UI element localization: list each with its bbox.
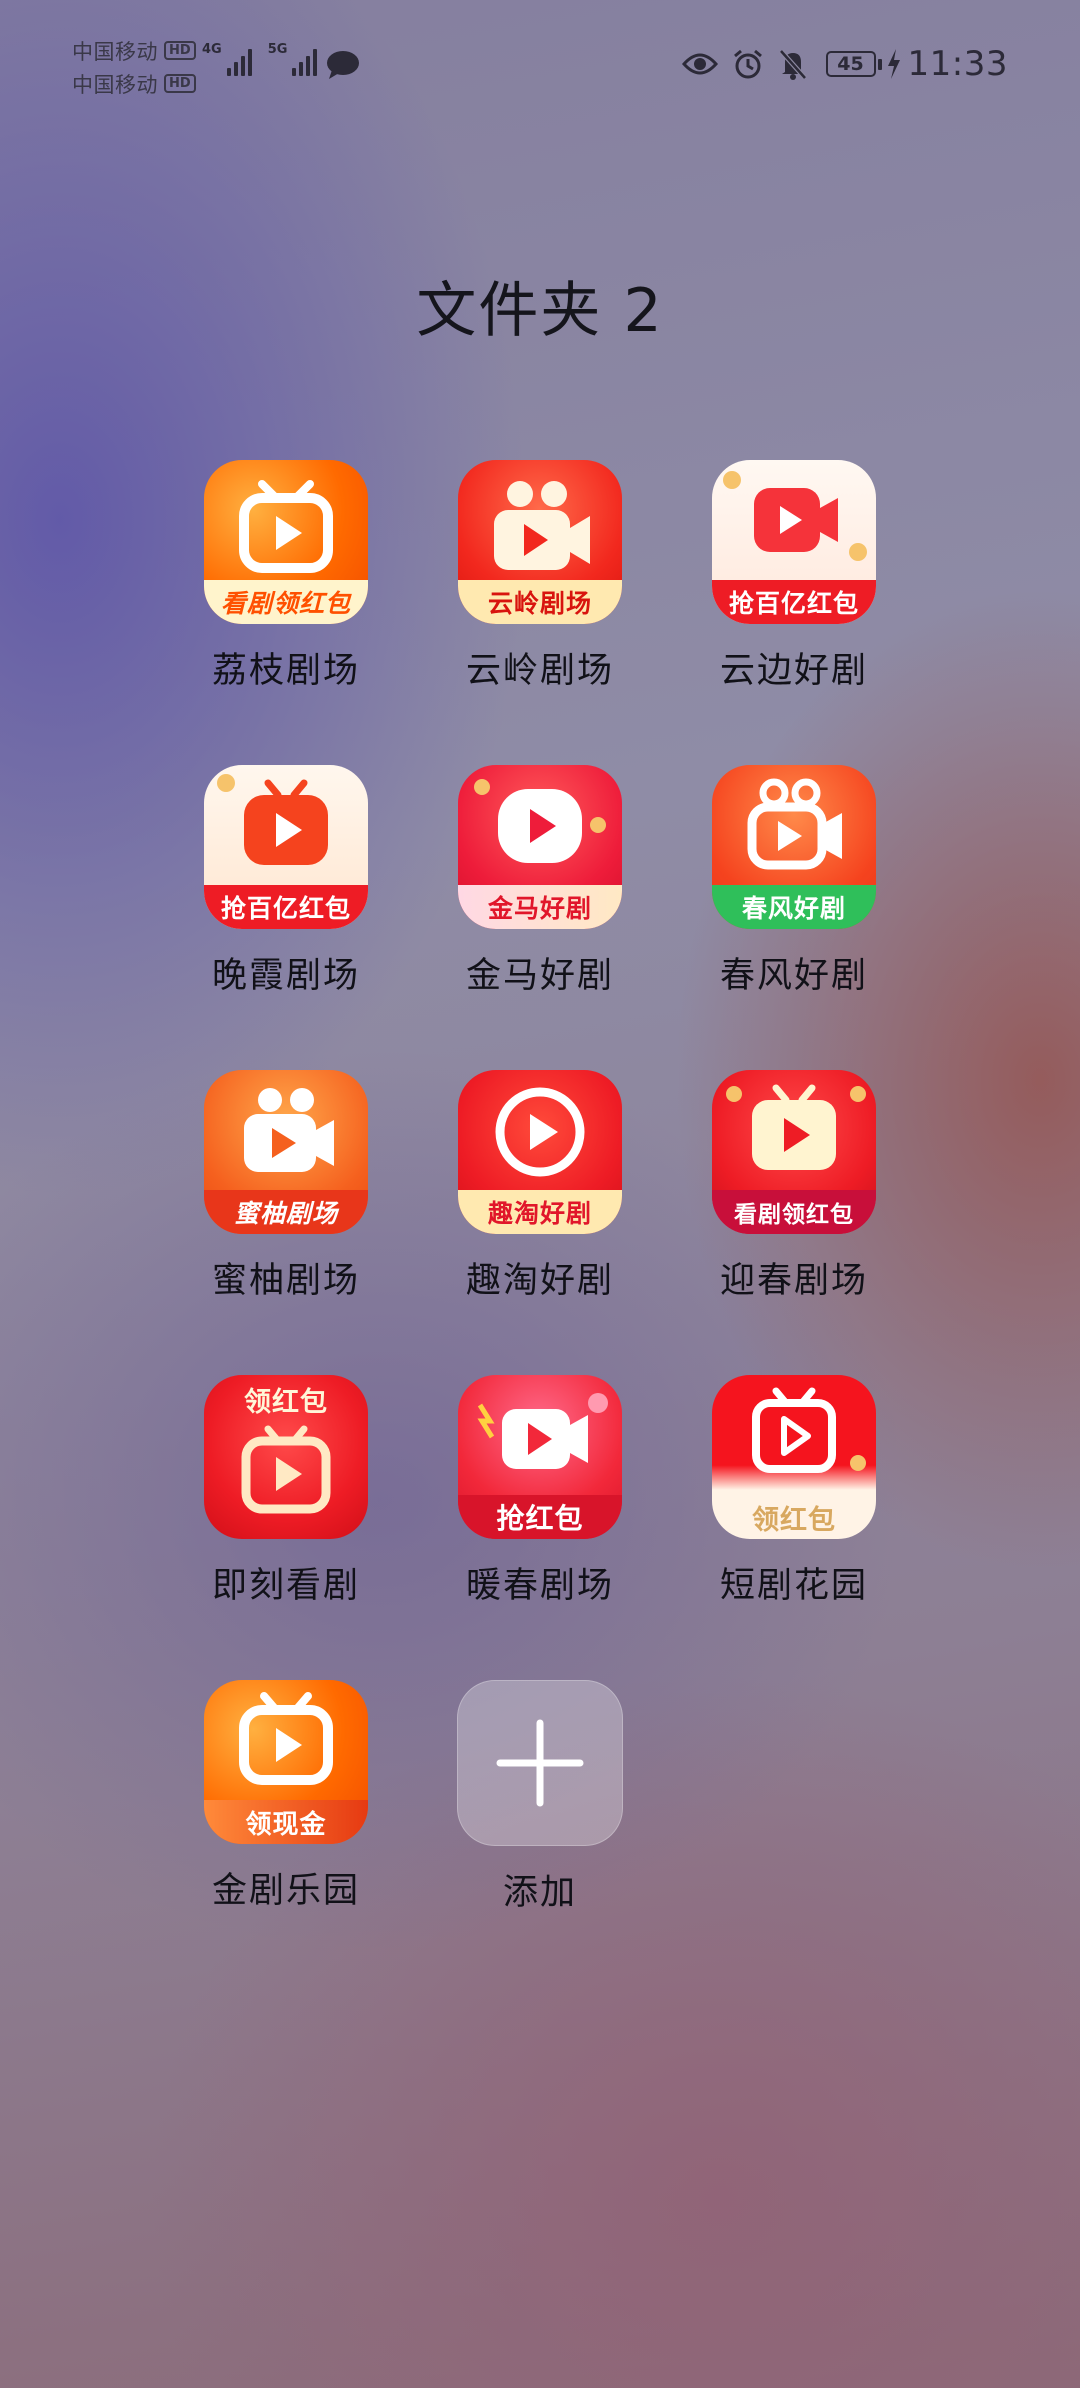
signal-strength-icon: [289, 42, 318, 76]
network-type-1: 4G: [202, 42, 222, 57]
app-yunbian-haoju[interactable]: 抢百亿红包 云边好剧: [667, 460, 921, 693]
app-icon: 趣淘好剧: [458, 1070, 622, 1234]
app-icon: 云岭剧场: [458, 460, 622, 624]
hd-badge: HD: [164, 74, 196, 93]
app-label: 荔枝剧场: [211, 651, 360, 691]
app-banner: 抢百亿红包: [204, 885, 368, 929]
app-label: 金剧乐园: [211, 1871, 360, 1911]
app-banner: 看剧领红包: [204, 580, 368, 624]
app-chunfeng-haoju[interactable]: 春风好剧 春风好剧: [667, 765, 921, 998]
app-qutao-haoju[interactable]: 趣淘好剧 趣淘好剧: [413, 1070, 667, 1303]
clock-time: 11:33: [907, 44, 1008, 84]
app-label: 迎春剧场: [719, 1261, 868, 1301]
app-banner: 春风好剧: [712, 885, 876, 929]
battery-level: 45: [825, 51, 876, 77]
app-label: 趣淘好剧: [465, 1261, 614, 1301]
signal-strength-icon: [224, 42, 252, 76]
app-icon: 春风好剧: [712, 765, 876, 929]
app-lizhi-juchang[interactable]: 看剧领红包 荔枝剧场: [159, 460, 413, 693]
app-icon: 看剧领红包: [712, 1070, 876, 1234]
carrier-name-1: 中国移动: [72, 39, 158, 64]
carrier-name-2: 中国移动: [72, 72, 158, 97]
app-wanxia-juchang[interactable]: 抢百亿红包 晚霞剧场: [159, 765, 413, 998]
app-icon: 蜜柚剧场: [204, 1070, 368, 1234]
add-label: 添加: [502, 1873, 577, 1913]
app-duanju-huayuan[interactable]: 领红包 短剧花园: [667, 1375, 921, 1608]
app-label: 云岭剧场: [465, 651, 614, 691]
app-jinma-haoju[interactable]: 金马好剧 金马好剧: [413, 765, 667, 998]
app-icon: 领红包: [204, 1375, 368, 1539]
app-icon: 领红包: [712, 1375, 876, 1539]
app-icon: 抢百亿红包: [204, 765, 368, 929]
battery-icon: 45: [825, 51, 882, 77]
signal-group: 4G 5G: [202, 42, 333, 76]
app-label: 暖春剧场: [465, 1566, 614, 1606]
app-icon: 抢百亿红包: [712, 460, 876, 624]
app-banner: 抢百亿红包: [712, 580, 876, 624]
folder-title[interactable]: 文件夹 2: [0, 262, 1080, 349]
app-label: 蜜柚剧场: [211, 1261, 360, 1301]
app-banner: 看剧领红包: [712, 1190, 876, 1234]
app-banner: 领红包: [752, 1504, 836, 1536]
app-label: 晚霞剧场: [211, 956, 360, 996]
status-bar: 中国移动 HD 中国移动 HD 4G 5G 45 11:33: [0, 0, 1080, 110]
app-jinju-leyuan[interactable]: 领现金 金剧乐园: [159, 1680, 413, 1913]
hd-badge: HD: [164, 41, 196, 60]
app-label: 短剧花园: [719, 1566, 868, 1606]
plus-icon: [496, 1719, 584, 1807]
app-label: 金马好剧: [465, 956, 614, 996]
app-nuanchun-juchang[interactable]: 抢红包 暖春剧场: [413, 1375, 667, 1608]
app-icon: 金马好剧: [458, 765, 622, 929]
app-yingchun-juchang[interactable]: 看剧领红包 迎春剧场: [667, 1070, 921, 1303]
message-icon: [326, 50, 360, 84]
app-label: 即刻看剧: [211, 1566, 360, 1606]
charging-bolt-icon: [886, 49, 902, 79]
network-type-2: 5G: [267, 42, 288, 57]
app-banner: 云岭剧场: [458, 580, 622, 624]
add-tile[interactable]: [457, 1680, 623, 1846]
app-miyou-juchang[interactable]: 蜜柚剧场 蜜柚剧场: [159, 1070, 413, 1303]
app-label: 云边好剧: [719, 651, 868, 691]
app-yunling-juchang[interactable]: 云岭剧场 云岭剧场: [413, 460, 667, 693]
app-banner: 金马好剧: [458, 885, 622, 929]
app-icon: 领现金: [204, 1680, 368, 1844]
tv-play-icon: [241, 1425, 331, 1514]
mute-bell-icon: [778, 48, 808, 80]
alarm-icon: [732, 48, 764, 80]
eye-icon: [681, 52, 718, 76]
app-banner: 抢红包: [458, 1495, 622, 1539]
app-banner: 趣淘好剧: [458, 1190, 622, 1234]
app-label: 春风好剧: [719, 956, 868, 996]
status-icons: 45 11:33: [668, 44, 1008, 84]
app-icon: 看剧领红包: [204, 460, 368, 624]
app-banner: 领现金: [204, 1800, 368, 1844]
app-icon: 抢红包: [458, 1375, 622, 1539]
app-jike-kanju[interactable]: 领红包 即刻看剧: [159, 1375, 413, 1608]
carrier-info: 中国移动 HD 中国移动 HD: [72, 34, 196, 100]
app-banner: 蜜柚剧场: [204, 1190, 368, 1234]
add-app-button[interactable]: 添加: [413, 1680, 667, 1915]
